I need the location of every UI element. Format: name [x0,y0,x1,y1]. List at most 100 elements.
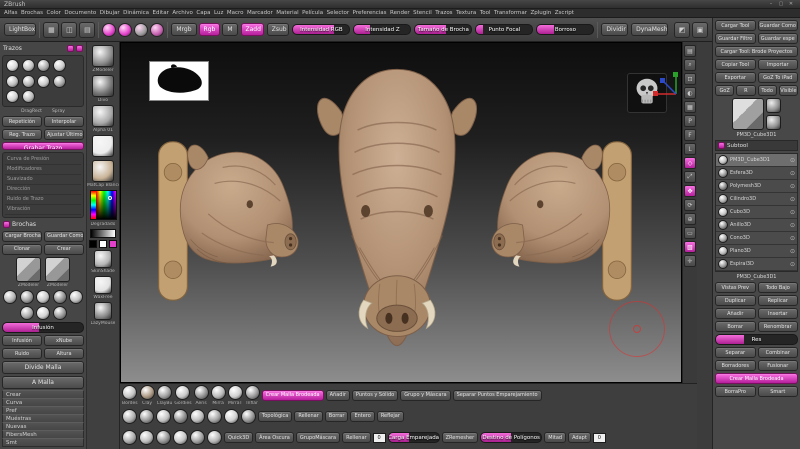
merge-button[interactable]: Fusionar [757,360,798,371]
subtool-row[interactable]: Anillo3D ⊙ [716,219,797,232]
stroke-type-icon[interactable] [52,74,66,88]
subtool-action-button[interactable]: Todo Bajo [757,282,798,293]
paint-mode-button[interactable]: M [222,23,238,36]
merge-button[interactable]: Borradores [715,360,756,371]
zremesher-button[interactable]: ZRemesher [441,432,479,444]
shelf-icon[interactable]: ✛ [684,255,696,267]
modifier-item[interactable]: Suavizado [5,175,81,185]
subtool-row[interactable]: Cono3D ⊙ [716,232,797,245]
brush-thumb[interactable]: ClayBu [157,385,172,405]
menu-item[interactable]: Documento [64,10,96,16]
shelf-icon[interactable]: P [684,115,696,127]
shelf-icon[interactable]: ⟳ [684,199,696,211]
sculpt-mode-icon[interactable] [102,22,117,37]
zmodeler-thumb[interactable]: ZModeler [16,256,41,288]
stroke-type-icon[interactable] [6,59,19,72]
brush-thumb[interactable]: MirraT [227,385,243,405]
resolution-slider[interactable]: Res [715,334,798,345]
subtool-action-button[interactable]: Añadir [715,308,756,319]
material-thumb-item[interactable]: SkinShade [91,250,115,274]
brush-preset-icon[interactable] [52,306,67,320]
brush-file-button[interactable]: Guardar Como [44,230,84,242]
brush-thumb[interactable]: Inflar [244,385,260,405]
menu-item[interactable]: Capa [196,10,210,16]
material-sphere-icon[interactable] [139,408,154,424]
menu-item[interactable]: Brochas [21,10,43,16]
subtool-row[interactable]: PM3D_Cube3D1 ⊙ [716,154,797,167]
shelf-icon[interactable]: ▤ [684,45,696,57]
gradient-bar[interactable] [90,229,116,238]
mesh-action-button[interactable]: Divide Malla [2,361,84,374]
menu-item[interactable]: Stencil [413,10,432,16]
shelf-icon[interactable]: ⊕ [684,213,696,225]
accent-color-swatch[interactable] [109,240,117,248]
tool-io-button[interactable]: GoZ To iPad [757,72,798,83]
mask-tool-button[interactable]: Borrar [324,410,349,422]
quick-pick-thumb[interactable]: ZModeler [92,45,114,73]
stroke-type-icon[interactable] [21,74,35,88]
value-input-1[interactable] [372,432,386,443]
main-color-swatch[interactable] [89,240,97,248]
left-list-item[interactable]: Smt [2,438,84,447]
subtool-action-button[interactable]: Duplicar [715,295,756,306]
recent-tool-thumb[interactable] [766,115,781,130]
polygon-target-slider[interactable]: Destino de Polígonos [480,432,543,444]
sculpt-mode-icon[interactable] [118,22,133,37]
saturation-square[interactable] [95,191,116,219]
tool-io-button[interactable]: Copiar Tool [715,59,756,70]
visibility-eye-icon[interactable]: ⊙ [790,157,795,164]
goz-button[interactable]: GoZ [715,85,735,96]
maximize-icon[interactable]: ▢ [776,1,786,7]
material-thumb-item[interactable]: LazyMouse [91,302,115,326]
infusion-slider[interactable]: Infusión [2,322,84,333]
subtool-row[interactable]: Esfera3D ⊙ [716,167,797,180]
zadd-button[interactable]: Zadd [240,23,264,36]
stroke-type-icon[interactable] [37,74,50,88]
subtool-action-button[interactable]: Replicar [757,295,798,306]
extra-button[interactable]: Smart [757,386,798,397]
stroke-option-button[interactable]: Repetición [2,116,42,127]
mask-tool-button[interactable]: Rellenar [294,410,323,422]
view-option-icon[interactable]: ▣ [692,21,708,38]
group-tool-button[interactable]: Quick3D [224,432,254,444]
shelf-icon[interactable]: ▭ [684,227,696,239]
quick-pick-thumb[interactable]: MatCap Blanco [87,160,119,188]
quick-pick-thumb[interactable]: Divo [92,75,114,103]
shelf-icon[interactable]: F [684,129,696,141]
modifier-item[interactable]: Vibración [5,205,81,215]
menu-item[interactable]: Luz [214,10,223,16]
shelf-icon[interactable]: ▦ [684,101,696,113]
brush-option-button[interactable]: xNube [44,335,84,346]
goz-button[interactable]: Todo [757,85,777,96]
shelf-icon[interactable]: ⊡ [684,73,696,85]
quick-pick-thumb[interactable] [92,135,114,158]
material-sphere-icon[interactable] [190,408,205,424]
mesh-tool-button[interactable]: Grupo y Máscara [400,389,451,401]
tool-file-button[interactable]: Cargar Tool [715,20,756,31]
document-mode-icon[interactable]: ◫ [61,21,78,38]
menu-item[interactable]: Preferencias [353,10,387,16]
recent-tool-thumb[interactable] [766,98,781,113]
tool-file-button[interactable]: Guardar Como [757,20,798,31]
menu-item[interactable]: Textura [456,10,476,16]
brush-thumb[interactable]: Bordes [122,385,138,405]
visibility-eye-icon[interactable]: ⊙ [790,261,795,268]
stroke-option-button[interactable]: Ajustar Último [44,129,84,140]
modifier-item[interactable]: Curva de Presión [5,155,81,165]
shelf-icon[interactable]: ◐ [684,87,696,99]
visibility-eye-icon[interactable]: ⊙ [790,196,795,203]
subtool-row[interactable]: Plano3D ⊙ [716,245,797,258]
stroke-type-icon[interactable] [52,59,66,72]
paint-mode-button[interactable]: Mrgb [171,23,197,36]
menu-item[interactable]: Dibujar [100,10,120,16]
visibility-eye-icon[interactable]: ⊙ [790,183,795,190]
tool-io-button[interactable]: Importar [757,59,798,70]
secondary-color-swatch[interactable] [99,240,107,248]
stroke-type-icon[interactable] [37,59,50,72]
visibility-eye-icon[interactable]: ⊙ [790,170,795,177]
divide-button[interactable]: Dividir [601,23,629,36]
brush-preset-icon[interactable] [36,289,50,304]
brush-thumb[interactable]: Clay [139,385,155,405]
brush-file-button[interactable]: Crear [44,243,84,255]
shelf-slider[interactable]: Intensidad RGB [292,24,351,35]
